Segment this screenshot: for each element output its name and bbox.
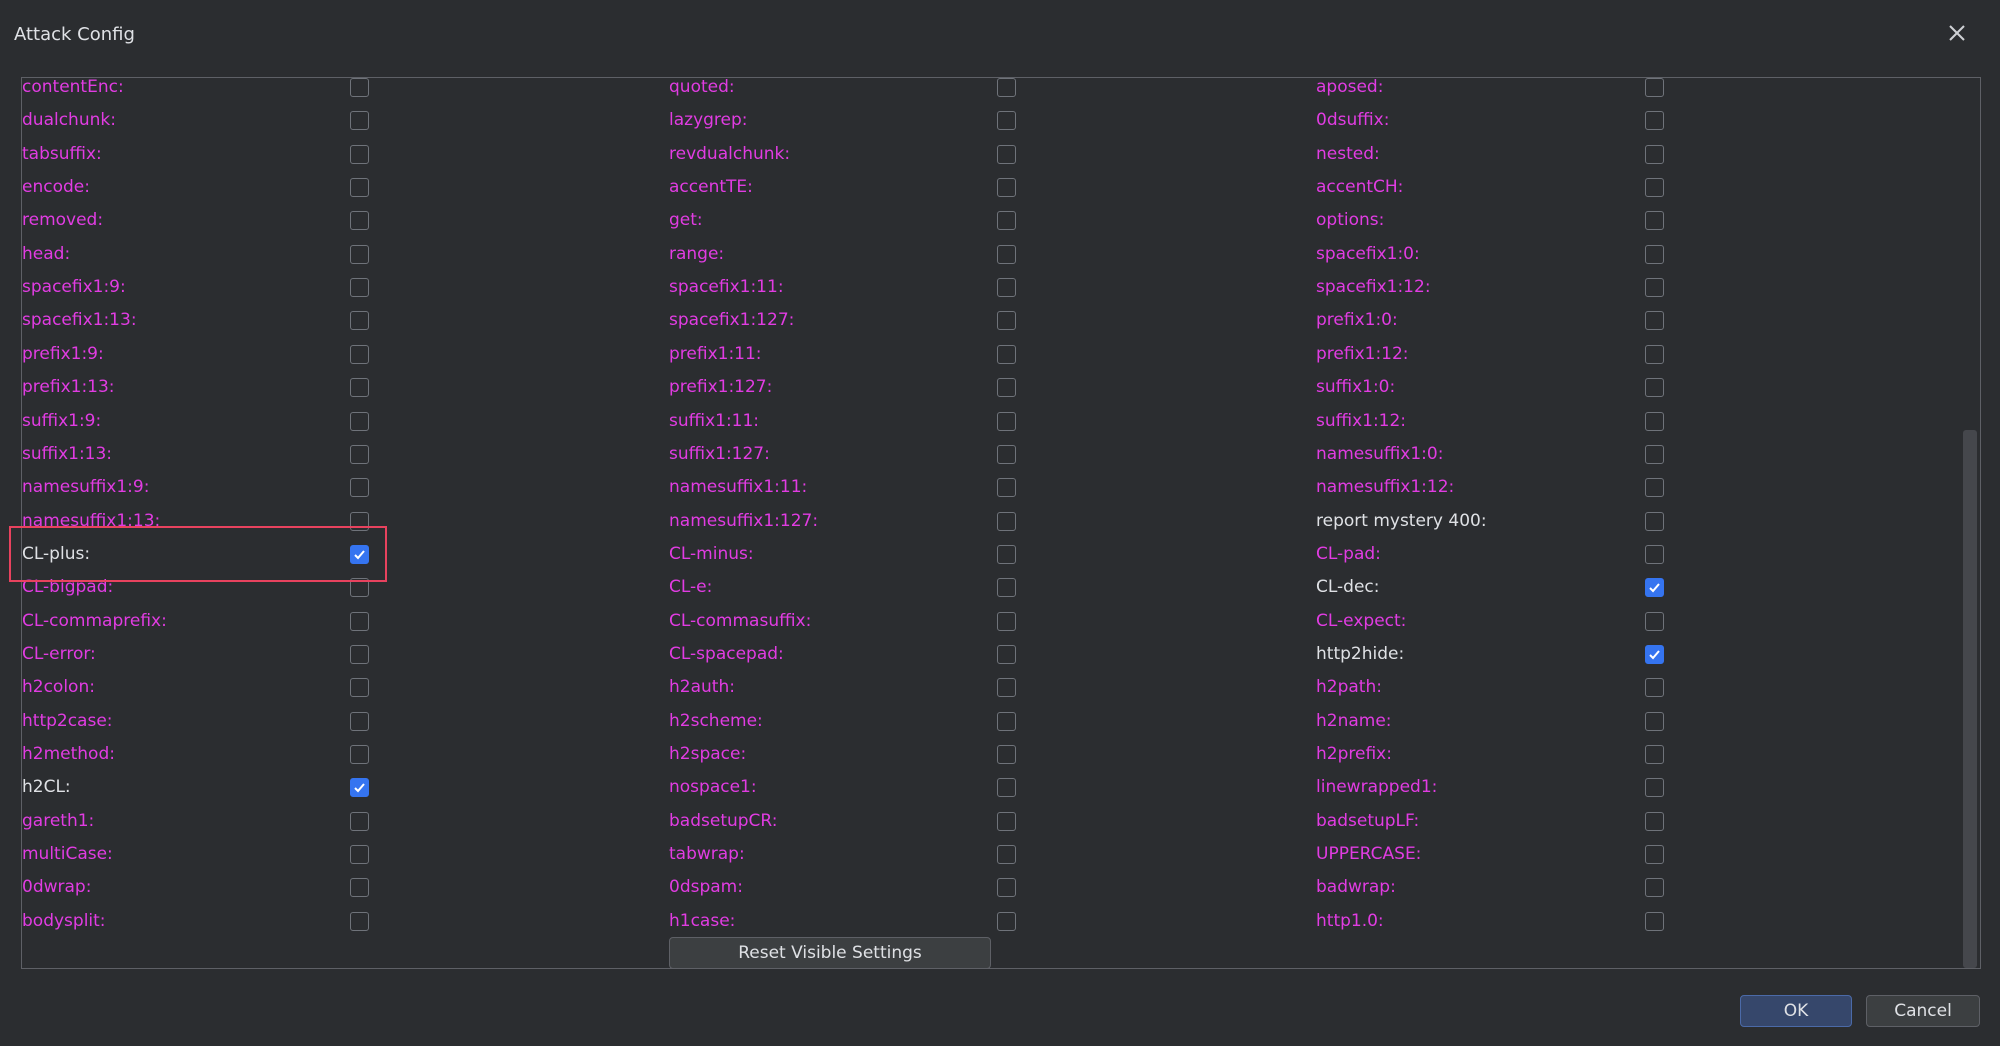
setting-row: nested: — [0, 138, 2000, 171]
setting-row: 0dsuffix: — [0, 104, 2000, 137]
setting-label: 0dsuffix: — [1316, 110, 1390, 130]
setting-label: nested: — [1316, 144, 1380, 164]
setting-checkbox[interactable] — [1645, 311, 1664, 330]
setting-row: CL-dec: — [0, 571, 2000, 604]
setting-label: h2path: — [1316, 677, 1382, 697]
setting-checkbox[interactable] — [1645, 345, 1664, 364]
setting-checkbox[interactable] — [1645, 78, 1664, 97]
ok-button[interactable]: OK — [1740, 995, 1852, 1027]
setting-row: CL-expect: — [0, 605, 2000, 638]
setting-row: linewrapped1: — [0, 771, 2000, 804]
setting-row: report mystery 400: — [0, 505, 2000, 538]
setting-row: CL-pad: — [0, 538, 2000, 571]
setting-label: prefix1:0: — [1316, 310, 1398, 330]
setting-label: CL-expect: — [1316, 611, 1407, 631]
setting-row: h2name: — [0, 705, 2000, 738]
setting-checkbox[interactable] — [1645, 178, 1664, 197]
setting-checkbox[interactable] — [1645, 645, 1664, 664]
reset-visible-settings-button[interactable]: Reset Visible Settings — [669, 937, 991, 969]
setting-row: spacefix1:0: — [0, 238, 2000, 271]
setting-checkbox[interactable] — [1645, 678, 1664, 697]
setting-checkbox[interactable] — [1645, 111, 1664, 130]
setting-checkbox[interactable] — [1645, 745, 1664, 764]
setting-row: namesuffix1:0: — [0, 438, 2000, 471]
setting-label: linewrapped1: — [1316, 777, 1438, 797]
setting-checkbox[interactable] — [1645, 512, 1664, 531]
setting-label: badsetupLF: — [1316, 811, 1420, 831]
setting-checkbox[interactable] — [1645, 545, 1664, 564]
setting-row: aposed: — [0, 71, 2000, 104]
setting-label: accentCH: — [1316, 177, 1404, 197]
setting-row: prefix1:12: — [0, 338, 2000, 371]
setting-row: badsetupLF: — [0, 805, 2000, 838]
setting-label: prefix1:12: — [1316, 344, 1409, 364]
setting-checkbox[interactable] — [1645, 712, 1664, 731]
setting-checkbox[interactable] — [1645, 612, 1664, 631]
setting-label: suffix1:0: — [1316, 377, 1396, 397]
close-icon[interactable] — [1944, 20, 1970, 46]
setting-label: options: — [1316, 210, 1385, 230]
window-title: Attack Config — [14, 24, 135, 45]
setting-row: suffix1:0: — [0, 371, 2000, 404]
setting-checkbox[interactable] — [1645, 378, 1664, 397]
checkmark-icon — [1649, 650, 1660, 660]
setting-row: accentCH: — [0, 171, 2000, 204]
setting-label: h2prefix: — [1316, 744, 1392, 764]
setting-row: options: — [0, 204, 2000, 237]
setting-checkbox[interactable] — [1645, 845, 1664, 864]
setting-checkbox[interactable] — [1645, 412, 1664, 431]
setting-checkbox[interactable] — [1645, 145, 1664, 164]
setting-label: UPPERCASE: — [1316, 844, 1422, 864]
setting-label: namesuffix1:0: — [1316, 444, 1444, 464]
setting-row: prefix1:0: — [0, 304, 2000, 337]
setting-label: http1.0: — [1316, 911, 1384, 931]
setting-label: aposed: — [1316, 77, 1384, 97]
cancel-button[interactable]: Cancel — [1866, 995, 1980, 1027]
setting-row: UPPERCASE: — [0, 838, 2000, 871]
setting-label: spacefix1:12: — [1316, 277, 1431, 297]
setting-checkbox[interactable] — [1645, 245, 1664, 264]
setting-checkbox[interactable] — [1645, 278, 1664, 297]
setting-row: http2hide: — [0, 638, 2000, 671]
setting-row: suffix1:12: — [0, 405, 2000, 438]
setting-row: h2path: — [0, 671, 2000, 704]
setting-row: http1.0: — [0, 905, 2000, 938]
setting-label: http2hide: — [1316, 644, 1405, 664]
setting-checkbox[interactable] — [1645, 878, 1664, 897]
setting-checkbox[interactable] — [1645, 912, 1664, 931]
setting-label: report mystery 400: — [1316, 511, 1487, 531]
setting-label: CL-pad: — [1316, 544, 1381, 564]
setting-label: CL-dec: — [1316, 577, 1380, 597]
setting-row: h2prefix: — [0, 738, 2000, 771]
setting-row: namesuffix1:12: — [0, 471, 2000, 504]
setting-row: badwrap: — [0, 871, 2000, 904]
checkmark-icon — [1649, 583, 1660, 593]
setting-checkbox[interactable] — [1645, 478, 1664, 497]
setting-label: h2name: — [1316, 711, 1392, 731]
setting-checkbox[interactable] — [1645, 211, 1664, 230]
setting-checkbox[interactable] — [1645, 578, 1664, 597]
setting-label: namesuffix1:12: — [1316, 477, 1455, 497]
setting-label: spacefix1:0: — [1316, 244, 1420, 264]
setting-checkbox[interactable] — [1645, 812, 1664, 831]
setting-checkbox[interactable] — [1645, 445, 1664, 464]
setting-row: spacefix1:12: — [0, 271, 2000, 304]
setting-label: badwrap: — [1316, 877, 1396, 897]
title-bar: Attack Config — [0, 0, 2000, 70]
setting-label: suffix1:12: — [1316, 411, 1407, 431]
setting-checkbox[interactable] — [1645, 778, 1664, 797]
